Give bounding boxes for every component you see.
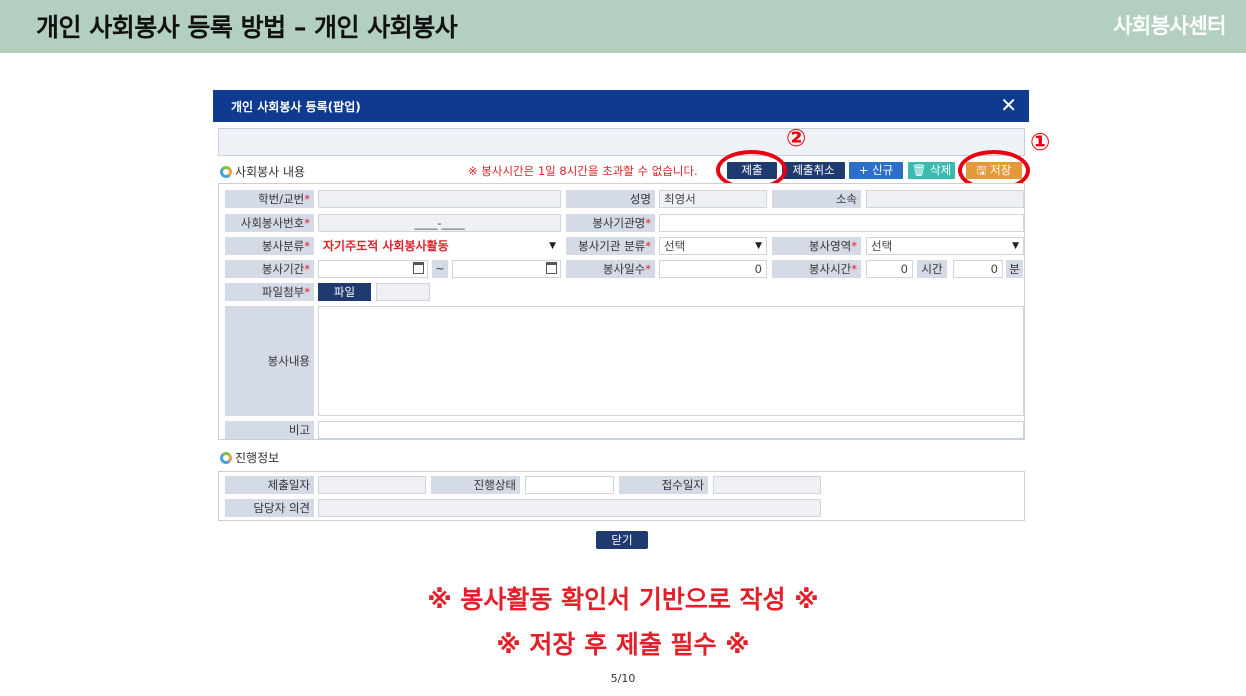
page-number: 5/10 [610,672,636,685]
submit-cancel-button[interactable]: 제출취소 [782,162,845,179]
period-separator: ~ [432,260,448,278]
file-name-field [376,283,430,301]
period-label: 봉사기간* [225,260,314,278]
content-textarea[interactable] [318,306,1024,416]
opinion-field [318,499,821,517]
annotation-number-two: ② [786,124,807,152]
chevron-down-icon: ▼ [549,241,556,251]
file-button[interactable]: 파일 [318,283,371,301]
new-button[interactable]: + 신규 [849,162,903,179]
hours-notice: ※ 봉사시간은 1일 8시간을 초과할 수 없습니다. [468,164,698,178]
name-label: 성명 [566,190,655,208]
popup-title-bar: 개인 사회봉사 등록(팝업) ✕ [213,90,1029,122]
period-start-input[interactable] [318,260,428,278]
minutes-input[interactable]: 0 [953,260,1003,278]
section-icon [220,165,232,178]
submit-date-field [318,476,426,494]
annotation-number-one: ① [1030,128,1051,156]
calendar-icon[interactable] [413,262,424,274]
area-select[interactable]: 선택 ▼ [866,237,1024,255]
days-input[interactable]: 0 [659,260,767,278]
hours-input[interactable]: 0 [866,260,913,278]
close-icon[interactable]: ✕ [1000,93,1017,117]
service-no-label: 사회봉사번호* [225,214,314,232]
period-end-input[interactable] [452,260,561,278]
days-label: 봉사일수* [566,260,655,278]
area-label: 봉사영역* [772,237,861,255]
delete-button[interactable]: 🗑 삭제 [908,162,955,179]
section-progress-header: 진행정보 [220,449,279,466]
popup-title: 개인 사회봉사 등록(팝업) [231,100,361,114]
category-label: 봉사분류* [225,237,314,255]
attach-label: 파일첨부* [225,283,314,301]
remark-label: 비고 [225,421,314,439]
receipt-date-label: 접수일자 [619,476,708,494]
popup-info-bar [218,128,1025,156]
org-type-label: 봉사기관 분류* [566,237,655,255]
hours-unit: 시간 [917,260,947,278]
note-line-2: ※ 저장 후 제출 필수 ※ [496,630,750,659]
status-field [525,476,614,494]
submit-date-label: 제출일자 [225,476,314,494]
minutes-unit: 분 [1006,260,1023,278]
org-type-value: 선택 [664,239,686,253]
category-select[interactable]: 자기주도적 사회봉사활동 ▼ [318,237,561,255]
category-value: 자기주도적 사회봉사활동 [323,239,449,253]
org-name-input[interactable] [659,214,1024,232]
name-field: 최영서 [659,190,767,208]
status-label: 진행상태 [431,476,520,494]
section-progress-label: 진행정보 [235,451,280,465]
org-name-label: 봉사기관명* [566,214,655,232]
section-icon [220,451,232,464]
section-content-header: 사회봉사 내용 [220,163,305,180]
affiliation-label: 소속 [772,190,861,208]
slide-header: 개인 사회봉사 등록 방법 – 개인 사회봉사 사회봉사센터 [0,0,1246,53]
section-content-label: 사회봉사 내용 [235,165,306,179]
calendar-icon[interactable] [546,262,557,274]
close-button[interactable]: 닫기 [596,531,648,549]
student-id-label: 학번/교번* [225,190,314,208]
affiliation-field [866,190,1024,208]
hours-label: 봉사시간* [772,260,861,278]
brand-label: 사회봉사센터 [1113,14,1226,38]
receipt-date-field [713,476,821,494]
area-value: 선택 [871,239,893,253]
student-id-field [318,190,561,208]
slide-title: 개인 사회봉사 등록 방법 – 개인 사회봉사 [36,13,458,42]
org-type-select[interactable]: 선택 ▼ [659,237,767,255]
remark-input[interactable] [318,421,1024,439]
service-form: 학번/교번* 성명 최영서 소속 사회봉사번호* ____-____ 봉사기관명… [218,183,1025,440]
chevron-down-icon: ▼ [755,241,762,251]
service-no-field: ____-____ [318,214,561,232]
note-line-1: ※ 봉사활동 확인서 기반으로 작성 ※ [427,585,819,614]
chevron-down-icon: ▼ [1012,241,1019,251]
opinion-label: 담당자 의견 [225,499,314,517]
content-label: 봉사내용 [225,306,314,416]
progress-info: 제출일자 진행상태 접수일자 담당자 의견 [218,471,1025,521]
